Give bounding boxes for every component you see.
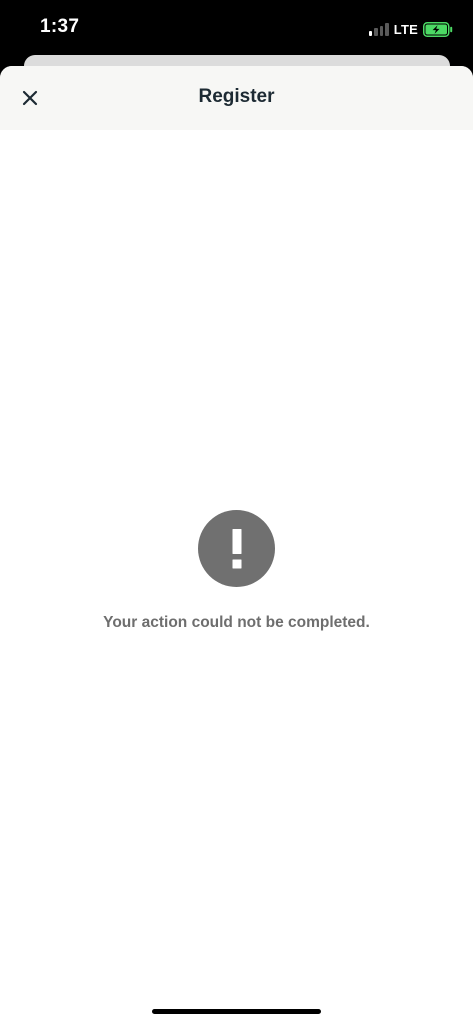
error-message: Your action could not be completed. bbox=[103, 614, 370, 631]
battery-charging-icon bbox=[423, 21, 453, 37]
exclamation-mark-glyph bbox=[232, 528, 241, 568]
status-time: 1:37 bbox=[40, 16, 80, 37]
network-type-label: LTE bbox=[393, 21, 418, 37]
signal-strength-icon bbox=[368, 22, 389, 36]
sheet-header: Register bbox=[0, 66, 473, 130]
page-title: Register bbox=[198, 86, 275, 107]
exclamation-icon bbox=[198, 510, 275, 587]
home-indicator[interactable] bbox=[152, 1009, 321, 1014]
status-indicators: LTE bbox=[368, 20, 453, 38]
register-sheet: Register Your action could not be comple… bbox=[0, 66, 473, 1024]
status-bar: 1:37 LTE bbox=[0, 0, 473, 56]
